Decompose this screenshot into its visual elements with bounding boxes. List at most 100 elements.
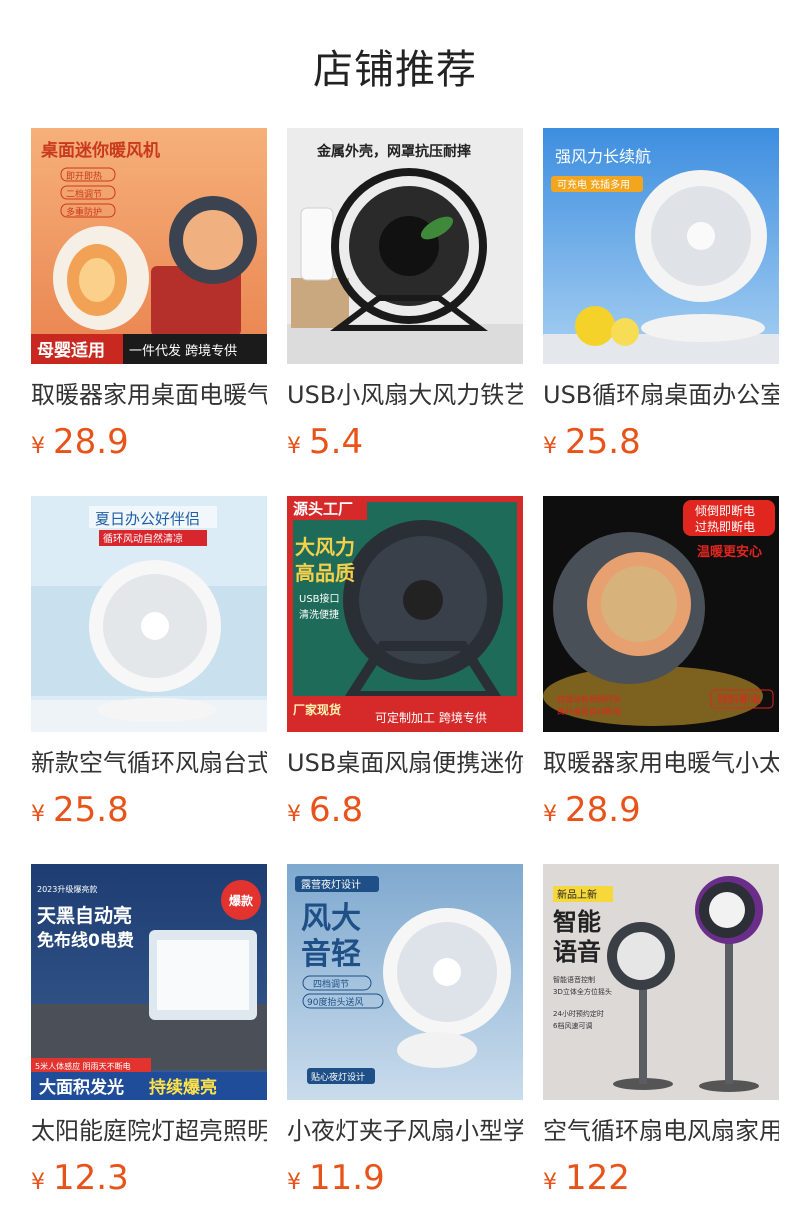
currency-symbol: ¥ [543,1170,557,1195]
product-title[interactable]: USB小风扇大风力铁艺 [287,380,523,410]
product-image[interactable]: 爆款 2023升级爆亮款 天黑自动亮 免布线0电费 5米人体感应 阴雨天不断电 … [31,864,267,1100]
product-card[interactable]: 新品上新 智能 语音 智能语音控制 3D立体全方位摇头 24小时预约定时 6档风… [543,864,779,1198]
product-card[interactable]: 强风力长续航 可充电 充插多用 USB循环扇桌面办公室 ¥25.8 [543,128,779,462]
page-title: 店铺推荐 [313,47,477,93]
image-text: 清洗便捷 [299,608,339,621]
image-text: 强风力长续航 [555,147,651,166]
product-image[interactable]: 露营夜灯设计 风大 音轻 四档调节 90度抬头送风 贴心夜灯设计 [287,864,523,1100]
image-text: 大面积发光 [39,1077,124,1098]
image-text: 可充电 充插多用 [557,178,630,191]
image-text: 音轻 [301,937,361,972]
product-title[interactable]: USB桌面风扇便携迷你 [287,748,523,778]
product-price: ¥25.8 [31,790,267,830]
price-value: 25.8 [565,422,641,462]
currency-symbol: ¥ [287,434,301,459]
currency-symbol: ¥ [543,802,557,827]
section-header: 店铺推荐 [0,0,790,128]
product-card[interactable]: 夏日办公好伴侣 循环风动自然清凉 新款空气循环风扇台式 ¥25.8 [31,496,267,830]
image-text: 高品质 [295,561,355,585]
image-text: 一件代发 跨境专供 [129,343,237,359]
image-text: 大风力 [295,535,355,559]
currency-symbol: ¥ [287,802,301,827]
product-title[interactable]: USB循环扇桌面办公室 [543,380,779,410]
product-title[interactable]: 取暖器家用桌面电暖气 [31,380,267,410]
image-text: 底部设有倾倒开关 [557,694,621,704]
image-text: 倾斜断电 [717,692,761,706]
product-price: ¥12.3 [31,1158,267,1198]
product-image[interactable]: 源头工厂 大风力 高品质 USB接口 清洗便捷 厂家现货 可定制加工 跨境专供 [287,496,523,732]
image-text: 四档调节 [313,978,349,990]
image-text: 风大 [301,901,361,936]
image-text: 二档调节 [66,188,102,200]
price-value: 122 [565,1158,630,1198]
currency-symbol: ¥ [31,1170,45,1195]
image-text: 可定制加工 跨境专供 [375,710,487,725]
product-price: ¥122 [543,1158,779,1198]
product-card[interactable]: 源头工厂 大风力 高品质 USB接口 清洗便捷 厂家现货 可定制加工 跨境专供 … [287,496,523,830]
image-text: 2023升级爆亮款 [37,884,97,894]
price-value: 25.8 [53,790,129,830]
product-price: ¥5.4 [287,422,523,462]
product-title[interactable]: 小夜灯夹子风扇小型学生 [287,1116,523,1146]
price-value: 28.9 [565,790,641,830]
image-text: 智能 [553,908,601,936]
product-price: ¥11.9 [287,1158,523,1198]
product-image[interactable]: 夏日办公好伴侣 循环风动自然清凉 [31,496,267,732]
image-text: 夏日办公好伴侣 [95,510,200,528]
image-text: 新品上新 [557,888,597,901]
product-title[interactable]: 新款空气循环风扇台式 [31,748,267,778]
image-text: 母婴适用 [37,341,105,361]
image-text: 免布线0电费 [37,930,134,951]
product-card[interactable]: 桌面迷你暖风机 即开即热 二档调节 多重防护 母婴适用 一件代发 跨境专供 取暖… [31,128,267,462]
image-text: 循环风动自然清凉 [103,532,183,545]
image-text: 金属外壳，网罩抗压耐摔 [316,143,471,160]
image-text: 露营夜灯设计 [301,878,361,891]
image-text: 即开即热 [66,170,102,182]
image-text: 语音 [553,938,601,966]
product-image[interactable]: 倾倒即断电 过热即断电 温暖更安心 底部设有倾倒开关 离开桌面自动断电 倾斜断电 [543,496,779,732]
product-image[interactable]: 金属外壳，网罩抗压耐摔 [287,128,523,364]
product-card[interactable]: 金属外壳，网罩抗压耐摔 USB小风扇大风力铁艺 ¥5.4 [287,128,523,462]
product-price: ¥25.8 [543,422,779,462]
image-text: 持续爆亮 [149,1077,217,1098]
product-title[interactable]: 太阳能庭院灯超亮照明 [31,1116,267,1146]
image-text: 6档风速可调 [553,1021,592,1030]
image-text: USB接口 [299,592,340,605]
currency-symbol: ¥ [287,1170,301,1195]
image-text: 厂家现货 [293,702,341,717]
image-text: 天黑自动亮 [37,904,132,927]
image-text: 90度抬头送风 [307,996,363,1008]
price-value: 28.9 [53,422,129,462]
image-text: 温暖更安心 [697,544,762,560]
image-text: 离开桌面自动断电 [557,706,621,716]
price-value: 12.3 [53,1158,129,1198]
price-value: 6.8 [309,790,364,830]
image-text: 24小时预约定时 [553,1009,604,1018]
image-text: 5米人体感应 阴雨天不断电 [35,1061,131,1071]
image-text: 智能语音控制 [553,975,595,984]
image-text: 3D立体全方位摇头 [553,987,612,996]
image-text: 桌面迷你暖风机 [41,140,160,161]
price-value: 11.9 [309,1158,385,1198]
product-image[interactable]: 新品上新 智能 语音 智能语音控制 3D立体全方位摇头 24小时预约定时 6档风… [543,864,779,1100]
product-card[interactable]: 爆款 2023升级爆亮款 天黑自动亮 免布线0电费 5米人体感应 阴雨天不断电 … [31,864,267,1198]
image-text: 倾倒即断电 [695,503,755,518]
product-image[interactable]: 桌面迷你暖风机 即开即热 二档调节 多重防护 母婴适用 一件代发 跨境专供 [31,128,267,364]
product-price: ¥28.9 [31,422,267,462]
price-value: 5.4 [309,422,364,462]
currency-symbol: ¥ [31,434,45,459]
currency-symbol: ¥ [543,434,557,459]
image-text: 多重防护 [66,206,102,218]
currency-symbol: ¥ [31,802,45,827]
product-card[interactable]: 露营夜灯设计 风大 音轻 四档调节 90度抬头送风 贴心夜灯设计 小夜灯夹子风扇… [287,864,523,1198]
image-text: 爆款 [229,893,254,908]
product-image[interactable]: 强风力长续航 可充电 充插多用 [543,128,779,364]
product-card[interactable]: 倾倒即断电 过热即断电 温暖更安心 底部设有倾倒开关 离开桌面自动断电 倾斜断电… [543,496,779,830]
product-price: ¥28.9 [543,790,779,830]
product-price: ¥6.8 [287,790,523,830]
product-title[interactable]: 空气循环扇电风扇家用落地 [543,1116,779,1146]
image-text: 过热即断电 [695,519,755,534]
image-text: 源头工厂 [293,500,353,518]
image-text: 贴心夜灯设计 [311,1071,365,1083]
product-title[interactable]: 取暖器家用电暖气小太阳 [543,748,779,778]
